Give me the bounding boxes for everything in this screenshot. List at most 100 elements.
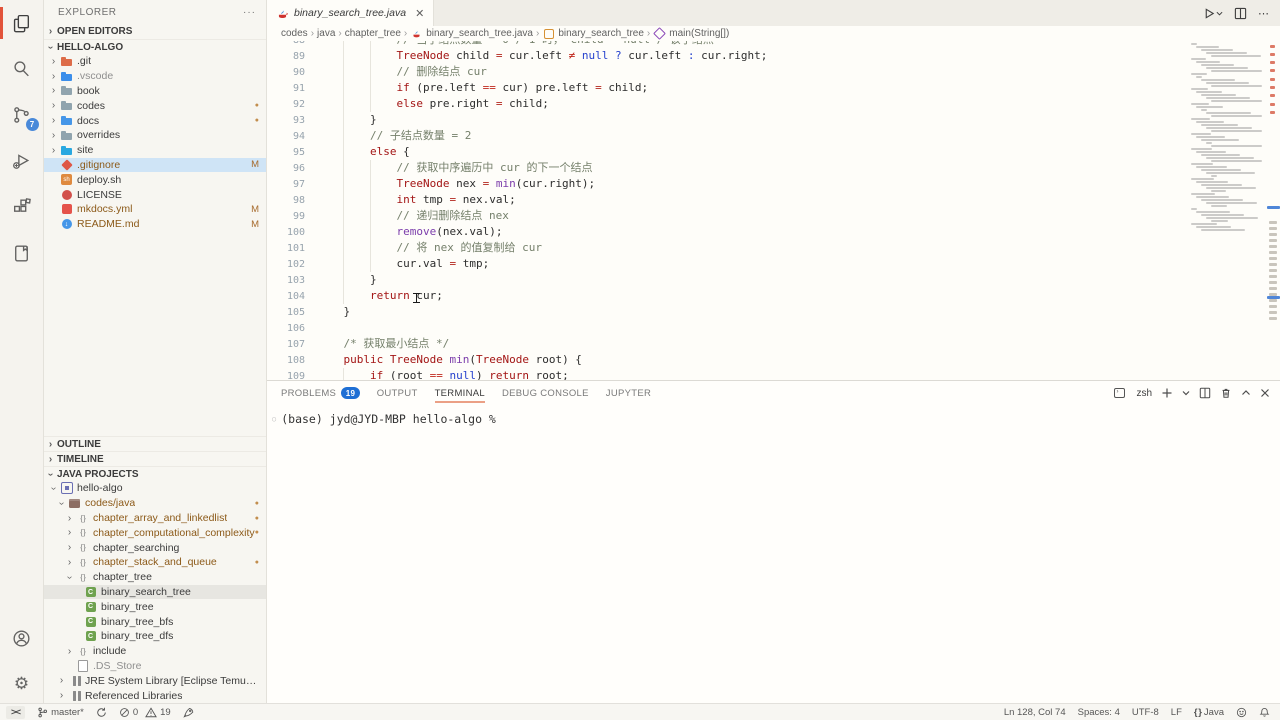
tree-item-codes-java[interactable]: ›codes/java●: [44, 496, 266, 511]
tree-item-binary-tree-bfs[interactable]: ›binary_tree_bfs: [44, 614, 266, 629]
tree-item-codes[interactable]: ›codes●: [44, 98, 266, 113]
indentation-item[interactable]: Spaces: 4: [1078, 707, 1120, 718]
tab-binary-search-tree[interactable]: binary_search_tree.java ✕: [267, 0, 434, 26]
code-line-100[interactable]: 100remove(nex.val);: [267, 224, 1185, 240]
code-line-88[interactable]: 88// 当子结点数量 = 0 / 1 时， child = null / 该子…: [267, 41, 1185, 48]
tree-item-deploy-sh[interactable]: ›deploy.sh: [44, 172, 266, 187]
more-actions-icon[interactable]: ⋯: [1258, 7, 1270, 20]
open-editors-header[interactable]: › OPEN EDITORS: [44, 24, 266, 39]
outline-section-header[interactable]: › OUTLINE: [44, 436, 266, 451]
tree-item-include[interactable]: ›include: [44, 644, 266, 659]
tree-item-chapter-searching[interactable]: ›chapter_searching: [44, 540, 266, 555]
language-mode-item[interactable]: { }Java: [1194, 707, 1224, 718]
code-line-96[interactable]: 96// 获取中序遍历中 cur 的下一个结点: [267, 160, 1185, 176]
tree-item-overrides[interactable]: ›overrides: [44, 128, 266, 143]
tree-item-chapter-computational-complexity[interactable]: ›chapter_computational_complexity●: [44, 525, 266, 540]
breadcrumb-item-codes[interactable]: codes: [281, 28, 308, 39]
code-line-99[interactable]: 99// 递归删除结点 nex: [267, 208, 1185, 224]
tree-item-binary-tree-dfs[interactable]: ›binary_tree_dfs: [44, 629, 266, 644]
tree-item-gitignore[interactable]: ›.gitignoreM: [44, 158, 266, 173]
code-line-89[interactable]: 89TreeNode child = cur.left ≠ null ? cur…: [267, 48, 1185, 64]
code-line-93[interactable]: 93}: [267, 112, 1185, 128]
terminal-dropdown-chevron-icon[interactable]: [1182, 389, 1190, 397]
activity-run-debug-button[interactable]: [0, 138, 44, 184]
notifications-bell-icon[interactable]: [1259, 707, 1270, 718]
code-line-94[interactable]: 94// 子结点数量 = 2: [267, 128, 1185, 144]
account-button[interactable]: [0, 615, 44, 661]
code-line-90[interactable]: 90// 删除结点 cur: [267, 64, 1185, 80]
tree-item-chapter-stack-and-queue[interactable]: ›chapter_stack_and_queue●: [44, 555, 266, 570]
panel-tab-problems[interactable]: PROBLEMS19: [281, 381, 360, 405]
tree-item-chapter-array-and-linkedlist[interactable]: ›chapter_array_and_linkedlist●: [44, 511, 266, 526]
breadcrumb-item-java[interactable]: java: [317, 28, 335, 39]
command-decoration-icon[interactable]: ○: [272, 415, 276, 423]
code-line-95[interactable]: 95else {: [267, 144, 1185, 160]
tree-item-docs[interactable]: ›docs●: [44, 113, 266, 128]
tree-item-referenced-libraries[interactable]: ›Referenced Libraries: [44, 688, 266, 703]
tree-item-git[interactable]: ›.git: [44, 54, 266, 69]
java-projects-section-header[interactable]: › JAVA PROJECTS: [44, 466, 266, 481]
java-launch-status-item[interactable]: [183, 707, 194, 718]
code-line-101[interactable]: 101// 将 nex 的值复制给 cur: [267, 240, 1185, 256]
code-line-103[interactable]: 103}: [267, 272, 1185, 288]
code-line-106[interactable]: 106: [267, 320, 1185, 336]
run-java-button[interactable]: [1203, 7, 1223, 20]
panel-tab-debug-console[interactable]: DEBUG CONSOLE: [502, 381, 589, 405]
activity-notebook-button[interactable]: [0, 230, 44, 276]
tree-item-hello-algo[interactable]: ›hello-algo: [44, 481, 266, 496]
activity-extensions-button[interactable]: [0, 184, 44, 230]
panel-tab-jupyter[interactable]: JUPYTER: [606, 381, 651, 405]
breadcrumb-item-binary-search-tree-java[interactable]: binary_search_tree.java: [410, 27, 533, 40]
code-line-105[interactable]: 105}: [267, 304, 1185, 320]
code-line-109[interactable]: 109if (root == null) return root;: [267, 368, 1185, 380]
feedback-status-item[interactable]: [1236, 707, 1247, 718]
tree-item-vscode[interactable]: ›.vscode: [44, 69, 266, 84]
code-line-104[interactable]: 104return cur;: [267, 288, 1185, 304]
remote-indicator[interactable]: ><: [6, 706, 25, 719]
maximize-panel-button[interactable]: [1241, 388, 1251, 398]
tree-item-binary-tree[interactable]: ›binary_tree: [44, 599, 266, 614]
close-panel-button[interactable]: [1260, 388, 1270, 398]
activity-search-button[interactable]: [0, 46, 44, 92]
branch-status-item[interactable]: master*: [37, 707, 84, 718]
kill-terminal-button[interactable]: [1220, 387, 1232, 399]
folder-root-header[interactable]: › HELLO-ALGO: [44, 39, 266, 54]
breadcrumb-item-chapter-tree[interactable]: chapter_tree: [345, 28, 401, 39]
tree-item-site[interactable]: ›site: [44, 143, 266, 158]
split-editor-icon[interactable]: [1234, 7, 1247, 20]
code-line-97[interactable]: 97TreeNode nex = min(cur.right);: [267, 176, 1185, 192]
tree-item-chapter-tree[interactable]: ›chapter_tree: [44, 570, 266, 585]
cursor-position-item[interactable]: Ln 128, Col 74: [1004, 707, 1066, 718]
split-terminal-button[interactable]: [1199, 387, 1211, 399]
explorer-more-actions-button[interactable]: ···: [243, 7, 256, 18]
sync-status-item[interactable]: [96, 707, 107, 718]
panel-tab-terminal[interactable]: TERMINAL: [435, 381, 485, 405]
activity-source-control-button[interactable]: 7: [0, 92, 44, 138]
new-terminal-button[interactable]: [1161, 387, 1173, 399]
activity-explorer-button[interactable]: [0, 0, 44, 46]
breadcrumb-item-binary-search-tree[interactable]: binary_search_tree: [542, 27, 644, 40]
code-line-102[interactable]: 102cur.val = tmp;: [267, 256, 1185, 272]
code-line-91[interactable]: 91if (pre.left == cur) pre.left = child;: [267, 80, 1185, 96]
close-icon[interactable]: ✕: [415, 7, 424, 20]
tree-item-mkdocs-yml[interactable]: ›mkdocs.ymlM: [44, 202, 266, 217]
code-line-107[interactable]: 107/* 获取最小结点 */: [267, 336, 1185, 352]
breadcrumb-item-main-string[interactable]: main(String[]): [653, 27, 729, 40]
tree-item-ds-store[interactable]: ›.DS_Store: [44, 659, 266, 674]
minimap[interactable]: [1188, 43, 1266, 232]
tree-item-jre-system-library-eclipse-temurin-17-17[interactable]: ›JRE System Library [Eclipse Temurin 17 …: [44, 673, 266, 688]
tree-item-binary-search-tree[interactable]: ›binary_search_tree: [44, 585, 266, 600]
code-editor[interactable]: 88// 当子结点数量 = 0 / 1 时， child = null / 该子…: [267, 41, 1280, 380]
tree-item-license[interactable]: ›LICENSE: [44, 187, 266, 202]
timeline-section-header[interactable]: › TIMELINE: [44, 451, 266, 466]
settings-button[interactable]: ⚙: [0, 665, 44, 703]
code-line-98[interactable]: 98int tmp = nex.val;: [267, 192, 1185, 208]
code-line-92[interactable]: 92else pre.right = child;: [267, 96, 1185, 112]
code-line-108[interactable]: 108public TreeNode min(TreeNode root) {: [267, 352, 1185, 368]
tree-item-readme-md[interactable]: ›README.mdM: [44, 217, 266, 232]
terminal[interactable]: ○(base) jyd@JYD-MBP hello-algo %: [267, 405, 1280, 703]
problems-status-item[interactable]: 0 19: [119, 707, 171, 718]
panel-tab-output[interactable]: OUTPUT: [377, 381, 418, 405]
encoding-item[interactable]: UTF-8: [1132, 707, 1159, 718]
tree-item-book[interactable]: ›book: [44, 84, 266, 99]
